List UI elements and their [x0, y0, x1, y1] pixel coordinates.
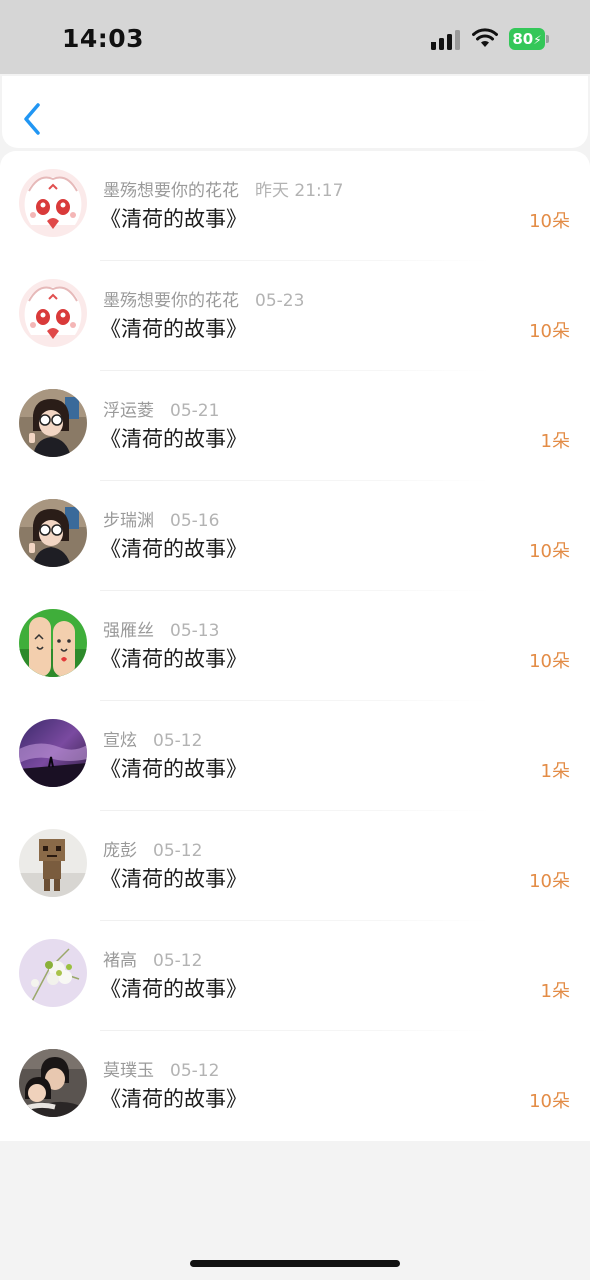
row-date: 05-16 [170, 511, 220, 531]
row-date: 昨天 21:17 [255, 181, 344, 201]
list-item[interactable]: 墨殇想要你的花花 05-23 《清荷的故事》 10朵 [0, 261, 590, 371]
book-title[interactable]: 《清荷的故事》 [100, 643, 247, 673]
list-item[interactable]: 褚高 05-12 《清荷的故事》 1朵 [0, 921, 590, 1031]
row-meta: 宣炫 05-12 [103, 726, 202, 751]
cardboard-robot-avatar[interactable] [19, 829, 87, 897]
list-item[interactable]: 浮运菱 05-21 《清荷的故事》 1朵 [0, 371, 590, 481]
list-item[interactable]: 步瑞渊 05-16 《清荷的故事》 10朵 [0, 481, 590, 591]
list-item[interactable]: 莫璞玉 05-12 《清荷的故事》 10朵 [0, 1031, 590, 1141]
list-item[interactable]: 宣炫 05-12 《清荷的故事》 1朵 [0, 701, 590, 811]
row-date: 05-12 [170, 1061, 220, 1081]
book-title[interactable]: 《清荷的故事》 [100, 423, 247, 453]
list-item[interactable]: 墨殇想要你的花花 昨天 21:17 《清荷的故事》 10朵 [0, 151, 590, 261]
status-time: 14:03 [62, 24, 145, 53]
row-date: 05-13 [170, 621, 220, 641]
user-name[interactable]: 步瑞渊 [103, 511, 154, 531]
row-meta: 墨殇想要你的花花 昨天 21:17 [103, 176, 343, 201]
book-title[interactable]: 《清荷的故事》 [100, 313, 247, 343]
row-date: 05-23 [255, 291, 305, 311]
nav-bar [2, 76, 588, 148]
list-item[interactable]: 庞彭 05-12 《清荷的故事》 10朵 [0, 811, 590, 921]
home-indicator[interactable] [190, 1260, 400, 1267]
flower-count: 10朵 [529, 651, 570, 672]
user-name[interactable]: 褚高 [103, 951, 137, 971]
battery-nub [546, 35, 549, 43]
finger-faces-avatar[interactable] [19, 609, 87, 677]
battery-icon: 80⚡ [509, 28, 549, 50]
flowers-avatar[interactable] [19, 939, 87, 1007]
row-meta: 褚高 05-12 [103, 946, 202, 971]
book-title[interactable]: 《清荷的故事》 [100, 533, 247, 563]
row-meta: 庞彭 05-12 [103, 836, 202, 861]
flower-count: 10朵 [529, 871, 570, 892]
flower-count: 10朵 [529, 541, 570, 562]
flower-count: 10朵 [529, 1091, 570, 1112]
wifi-icon [472, 28, 498, 47]
status-bar: 14:03 80⚡ [0, 0, 590, 74]
row-date: 05-12 [153, 841, 203, 861]
row-date: 05-12 [153, 731, 203, 751]
girl-sunglasses-avatar[interactable] [19, 389, 87, 457]
user-name[interactable]: 宣炫 [103, 731, 137, 751]
list-item[interactable]: 强雁丝 05-13 《清荷的故事》 10朵 [0, 591, 590, 701]
battery-level: 80⚡ [509, 28, 545, 50]
row-meta: 莫璞玉 05-12 [103, 1056, 219, 1081]
chevron-left-icon[interactable] [22, 102, 44, 136]
purple-night-avatar[interactable] [19, 719, 87, 787]
row-date: 05-12 [153, 951, 203, 971]
signal-icon [431, 30, 460, 50]
user-name[interactable]: 墨殇想要你的花花 [103, 291, 239, 311]
book-title[interactable]: 《清荷的故事》 [100, 753, 247, 783]
user-name[interactable]: 强雁丝 [103, 621, 154, 641]
user-name[interactable]: 庞彭 [103, 841, 137, 861]
flower-count: 10朵 [529, 321, 570, 342]
row-meta: 强雁丝 05-13 [103, 616, 219, 641]
gift-list: 墨殇想要你的花花 昨天 21:17 《清荷的故事》 10朵 墨殇想要你的花花 05-… [0, 151, 590, 1141]
girl-sunglasses-avatar[interactable] [19, 499, 87, 567]
anime-girl-avatar[interactable] [19, 279, 87, 347]
flower-count: 10朵 [529, 211, 570, 232]
anime-girl-avatar[interactable] [19, 169, 87, 237]
row-date: 05-21 [170, 401, 220, 421]
book-title[interactable]: 《清荷的故事》 [100, 863, 247, 893]
flower-count: 1朵 [540, 431, 570, 452]
flower-count: 1朵 [540, 981, 570, 1002]
row-meta: 浮运菱 05-21 [103, 396, 219, 421]
user-name[interactable]: 墨殇想要你的花花 [103, 181, 239, 201]
flower-count: 1朵 [540, 761, 570, 782]
book-title[interactable]: 《清荷的故事》 [100, 973, 247, 1003]
user-name[interactable]: 莫璞玉 [103, 1061, 154, 1081]
row-meta: 步瑞渊 05-16 [103, 506, 219, 531]
book-title[interactable]: 《清荷的故事》 [100, 203, 247, 233]
row-meta: 墨殇想要你的花花 05-23 [103, 286, 304, 311]
couple-photo-avatar[interactable] [19, 1049, 87, 1117]
user-name[interactable]: 浮运菱 [103, 401, 154, 421]
book-title[interactable]: 《清荷的故事》 [100, 1083, 247, 1113]
